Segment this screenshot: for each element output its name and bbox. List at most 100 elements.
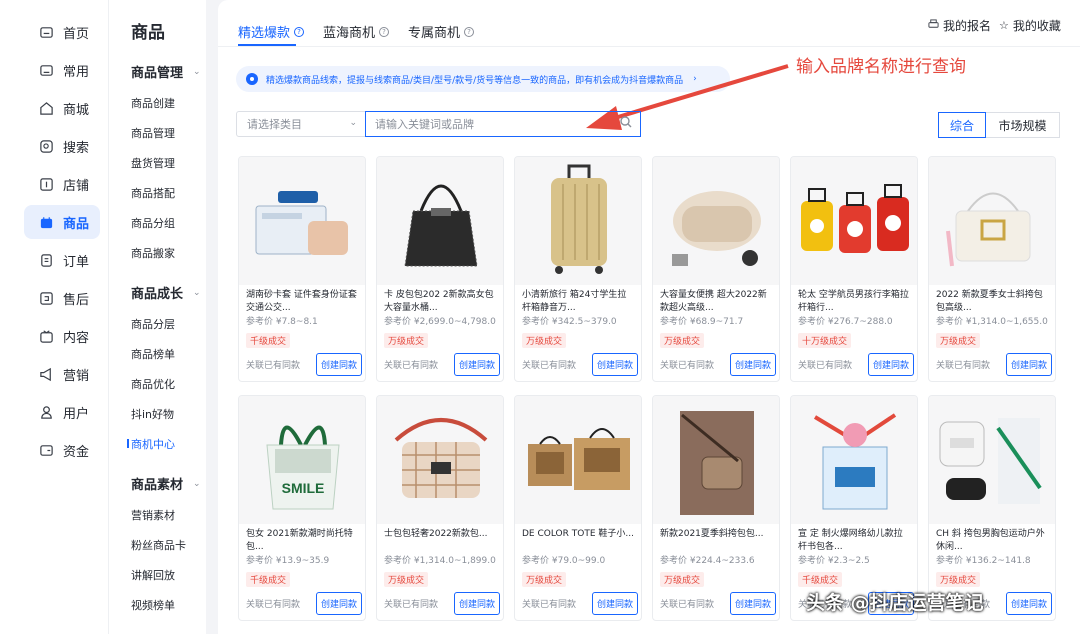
product-image[interactable]: SMILE (239, 396, 365, 524)
product-title[interactable]: 小清新旅行 箱24寸学生拉杆箱静音万... (515, 285, 641, 315)
nav-item-orders[interactable]: 订单 (24, 243, 100, 277)
create-same-item-button[interactable]: 创建同款 (591, 353, 638, 376)
product-card[interactable]: SMILE 包女 2021新款潮时尚托特包... 参考价 ¥13.9~35.9 千级成… (238, 395, 366, 621)
menu-item-fan-card[interactable]: 粉丝商品卡 (131, 537, 186, 553)
menu-group-product-growth[interactable]: 商品成长 ⌄ (131, 283, 201, 302)
help-icon[interactable]: ? (464, 26, 475, 37)
nav-item-search[interactable]: 搜索 (24, 129, 100, 163)
create-same-item-button[interactable]: 创建同款 (453, 353, 500, 376)
nav-item-aftersale[interactable]: 售后 (24, 281, 100, 315)
nav-item-users[interactable]: 用户 (24, 395, 100, 429)
create-same-item-button[interactable]: 创建同款 (315, 353, 362, 376)
create-same-item-button[interactable]: 创建同款 (729, 592, 776, 615)
nav-item-content[interactable]: 内容 (24, 319, 100, 353)
link-existing-same-item[interactable]: 关联已有同款 (660, 597, 714, 610)
product-image[interactable] (515, 157, 641, 285)
tab-exclusive[interactable]: 专属商机? (408, 22, 475, 41)
menu-item-bundle[interactable]: 商品搭配 (131, 185, 175, 201)
product-card[interactable]: 新款2021夏季斜挎包包... 参考价 ¥224.4~233.6 万级成交 关联已有同… (652, 395, 780, 621)
nav-item-product[interactable]: 商品 (24, 205, 100, 239)
create-same-item-button[interactable]: 创建同款 (867, 353, 914, 376)
menu-item-tier[interactable]: 商品分层 (131, 316, 175, 332)
nav-item-frequent[interactable]: 常用 (24, 53, 100, 87)
menu-group-product-material[interactable]: 商品素材 ⌄ (131, 474, 201, 493)
product-title[interactable]: 士包包轻奢2022新款包... (377, 524, 503, 554)
link-existing-same-item[interactable]: 关联已有同款 (522, 597, 576, 610)
link-existing-same-item[interactable]: 关联已有同款 (384, 597, 438, 610)
menu-item-group[interactable]: 商品分组 (131, 215, 175, 231)
nav-item-home[interactable]: 首页 (24, 15, 100, 49)
product-card[interactable]: 2022 新款夏季女士斜挎包包高级... 参考价 ¥1,314.0~1,655.0… (928, 156, 1056, 382)
menu-item-opportunity-center[interactable]: 商机中心 (127, 436, 175, 452)
product-card[interactable]: 轮太 空学航员男孩行李箱拉杆箱行... 参考价 ¥276.7~288.0 十万级成交… (790, 156, 918, 382)
product-title[interactable]: DE COLOR TOTE 鞋子小... (515, 524, 641, 554)
create-same-item-button[interactable]: 创建同款 (1005, 353, 1052, 376)
product-card[interactable]: 大容量女便携 超大2022新款超火高级... 参考价 ¥68.9~71.7 万级成交… (652, 156, 780, 382)
product-card[interactable]: DE COLOR TOTE 鞋子小... 参考价 ¥79.0~99.0 万级成交 关联… (514, 395, 642, 621)
menu-item-douin[interactable]: 抖in好物 (131, 406, 174, 422)
nav-item-funds[interactable]: 资金 (24, 433, 100, 467)
tab-blue-ocean[interactable]: 蓝海商机? (323, 22, 390, 41)
nav-item-shop[interactable]: 店铺 (24, 167, 100, 201)
product-image[interactable] (239, 157, 365, 285)
product-image[interactable] (791, 396, 917, 524)
create-same-item-button[interactable]: 创建同款 (729, 353, 776, 376)
link-existing-same-item[interactable]: 关联已有同款 (522, 358, 576, 371)
product-title[interactable]: CH 斜 挎包男胸包运动户外休闲... (929, 524, 1055, 554)
product-image[interactable] (929, 157, 1055, 285)
menu-group-product-management[interactable]: 商品管理 ⌄ (131, 62, 201, 81)
menu-item-ranking[interactable]: 商品榜单 (131, 346, 175, 362)
menu-item-create[interactable]: 商品创建 (131, 95, 175, 111)
my-signup-link[interactable]: 我的报名 (928, 17, 991, 34)
help-icon[interactable]: ? (294, 26, 305, 37)
product-title[interactable]: 新款2021夏季斜挎包包... (653, 524, 779, 554)
product-image[interactable] (791, 157, 917, 285)
product-image[interactable] (515, 396, 641, 524)
chevron-down-icon: ⌄ (193, 287, 201, 298)
product-card[interactable]: 湖南砂卡套 证件套身份证套交通公交... 参考价 ¥7.8~8.1 千级成交 关联已有… (238, 156, 366, 382)
product-title[interactable]: 2022 新款夏季女士斜挎包包高级... (929, 285, 1055, 315)
nav-item-mall[interactable]: 商城 (24, 91, 100, 125)
nav-item-marketing[interactable]: 营销 (24, 357, 100, 391)
product-image[interactable] (929, 396, 1055, 524)
link-existing-same-item[interactable]: 关联已有同款 (798, 358, 852, 371)
product-title[interactable]: 包女 2021新款潮时尚托特包... (239, 524, 365, 554)
create-same-item-button[interactable]: 创建同款 (1005, 592, 1052, 615)
create-same-item-button[interactable]: 创建同款 (453, 592, 500, 615)
product-title[interactable]: 宣 定 制火爆网络幼儿款拉杆书包各... (791, 524, 917, 554)
menu-item-marketing-material[interactable]: 营销素材 (131, 507, 175, 523)
link-existing-same-item[interactable]: 关联已有同款 (936, 358, 990, 371)
product-image[interactable] (377, 396, 503, 524)
product-card[interactable]: 小清新旅行 箱24寸学生拉杆箱静音万... 参考价 ¥342.5~379.0 万级成… (514, 156, 642, 382)
category-select[interactable]: 请选择类目 ⌄ (236, 111, 366, 137)
help-icon[interactable]: ? (379, 26, 390, 37)
product-card[interactable]: 士包包轻奢2022新款包... 参考价 ¥1,314.0~1,899.0 万级成交关… (376, 395, 504, 621)
menu-item-move[interactable]: 商品搬家 (131, 245, 175, 261)
product-image[interactable] (653, 396, 779, 524)
nav-label: 常用 (63, 64, 90, 80)
menu-item-manage[interactable]: 商品管理 (131, 125, 175, 141)
product-image[interactable] (653, 157, 779, 285)
my-favorites-link[interactable]: ☆ 我的收藏 (999, 17, 1061, 34)
menu-item-video-rank[interactable]: 视频榜单 (131, 597, 175, 613)
link-existing-same-item[interactable]: 关联已有同款 (384, 358, 438, 371)
menu-item-inventory[interactable]: 盘货管理 (131, 155, 175, 171)
menu-item-optimize[interactable]: 商品优化 (131, 376, 175, 392)
product-title[interactable]: 湖南砂卡套 证件套身份证套交通公交... (239, 285, 365, 315)
link-existing-same-item[interactable]: 关联已有同款 (246, 597, 300, 610)
link-existing-same-item[interactable]: 关联已有同款 (660, 358, 714, 371)
tab-featured[interactable]: 精选爆款? (238, 22, 305, 41)
search-icon[interactable] (619, 115, 633, 129)
sort-market-size[interactable]: 市场规模 (986, 112, 1060, 138)
product-title[interactable]: 大容量女便携 超大2022新款超火高级... (653, 285, 779, 315)
link-existing-same-item[interactable]: 关联已有同款 (246, 358, 300, 371)
product-title[interactable]: 轮太 空学航员男孩行李箱拉杆箱行... (791, 285, 917, 315)
create-same-item-button[interactable]: 创建同款 (315, 592, 362, 615)
sort-comprehensive[interactable]: 综合 (938, 112, 986, 138)
keyword-search-input[interactable]: 请输入关键词或品牌 (365, 111, 641, 137)
product-image[interactable] (377, 157, 503, 285)
create-same-item-button[interactable]: 创建同款 (591, 592, 638, 615)
menu-item-replay[interactable]: 讲解回放 (131, 567, 175, 583)
product-title[interactable]: 卡 皮包包202 2新款高女包大容量水桶... (377, 285, 503, 315)
product-card[interactable]: 卡 皮包包202 2新款高女包大容量水桶... 参考价 ¥2,699.0~4,79… (376, 156, 504, 382)
